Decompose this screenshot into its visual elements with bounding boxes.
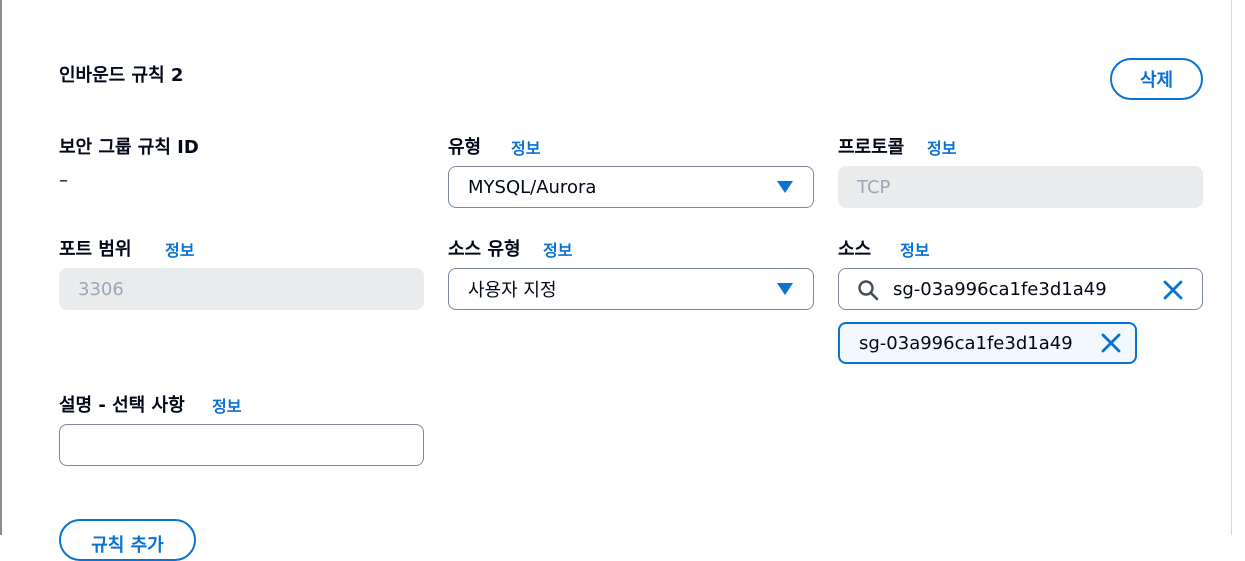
type-info-link[interactable]: 정보 [511,135,540,159]
port-range-label: 포트 범위 [59,239,132,260]
source-type-select-value: 사용자 지정 [468,280,557,301]
protocol-info-link[interactable]: 정보 [927,135,956,159]
port-range-info-link[interactable]: 정보 [165,237,194,261]
security-group-rule-id-label: 보안 그룹 규칙 ID [59,137,199,158]
delete-button[interactable]: 삭제 [1110,58,1203,100]
description-input[interactable] [59,424,424,466]
type-select[interactable]: MYSQL/Aurora [448,166,814,208]
type-label: 유형 [448,137,482,158]
type-select-value: MYSQL/Aurora [468,176,597,198]
caret-down-icon [777,283,793,295]
rule-title: 인바운드 규칙 2 [59,65,184,86]
protocol-field: TCP [838,166,1203,208]
security-group-rule-id-value: – [59,170,68,191]
source-type-info-link[interactable]: 정보 [543,237,572,261]
search-icon [858,280,879,301]
source-type-label: 소스 유형 [448,239,521,260]
rule-panel: 인바운드 규칙 2 삭제 보안 그룹 규칙 ID – 유형 정보 MYSQL/A… [0,0,1232,561]
port-range-value: 3306 [78,278,124,300]
source-info-link[interactable]: 정보 [900,237,929,261]
source-token: sg-03a996ca1fe3d1a49 [838,322,1137,364]
protocol-value: TCP [857,176,891,198]
protocol-label: 프로토콜 [838,137,905,158]
port-range-field: 3306 [59,268,424,310]
add-rule-button[interactable]: 규칙 추가 [59,519,196,561]
source-type-select[interactable]: 사용자 지정 [448,268,814,310]
source-token-label: sg-03a996ca1fe3d1a49 [859,333,1073,354]
description-info-link[interactable]: 정보 [212,393,241,417]
remove-token-icon[interactable] [1099,331,1123,355]
source-search-input[interactable]: sg-03a996ca1fe3d1a49 [838,268,1203,310]
clear-icon[interactable] [1161,278,1185,302]
caret-down-icon [777,181,793,193]
source-label: 소스 [838,239,872,260]
description-label: 설명 - 선택 사항 [59,395,185,416]
source-search-value: sg-03a996ca1fe3d1a49 [893,279,1107,300]
